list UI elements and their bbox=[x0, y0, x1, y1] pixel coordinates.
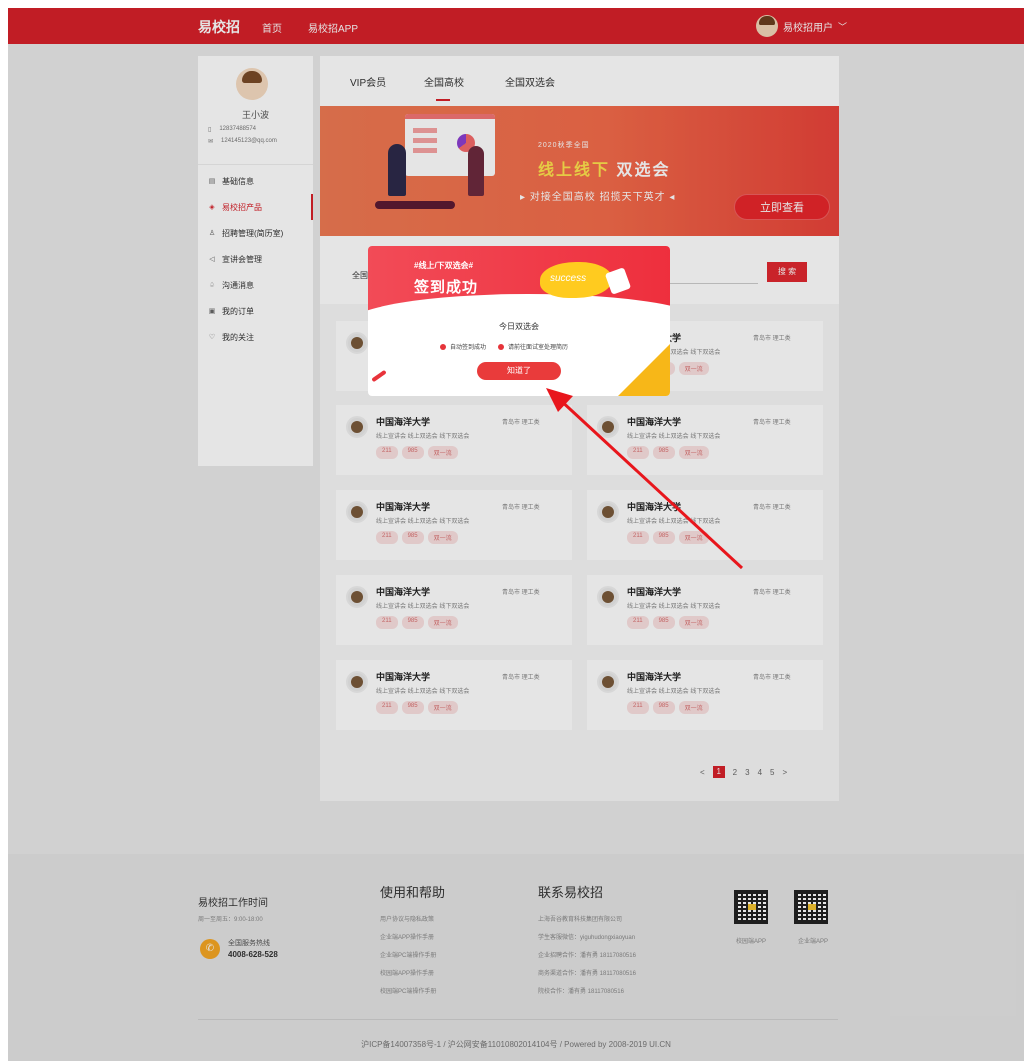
dialog-corner-decoration bbox=[613, 341, 670, 396]
page: 易校招 首页 易校招APP 易校招用户 ﹀ 王小波 ▯ 12837488574 … bbox=[8, 8, 1024, 1061]
status-auto-checkin: 自动签到成功 bbox=[440, 342, 486, 351]
dialog-title: 签到成功 bbox=[414, 279, 479, 296]
dialog-tag: #线上/下双选会# bbox=[414, 261, 474, 270]
status-go-interview: 请前往面试室处理简历 bbox=[498, 342, 568, 351]
dialog-subtitle: 今日双选会 bbox=[499, 322, 539, 331]
got-it-button[interactable]: 知道了 bbox=[477, 362, 561, 380]
modal-backdrop[interactable] bbox=[8, 8, 1024, 1061]
check-icon bbox=[498, 343, 505, 350]
dialog-stroke-decoration bbox=[371, 369, 387, 383]
check-icon bbox=[440, 343, 446, 350]
success-badge: success bbox=[540, 262, 612, 298]
checkin-success-dialog: #线上/下双选会# 签到成功 success 今日双选会 自动签到成功 请前往面… bbox=[368, 246, 670, 396]
dialog-status-list: 自动签到成功 请前往面试室处理简历 bbox=[440, 342, 568, 351]
